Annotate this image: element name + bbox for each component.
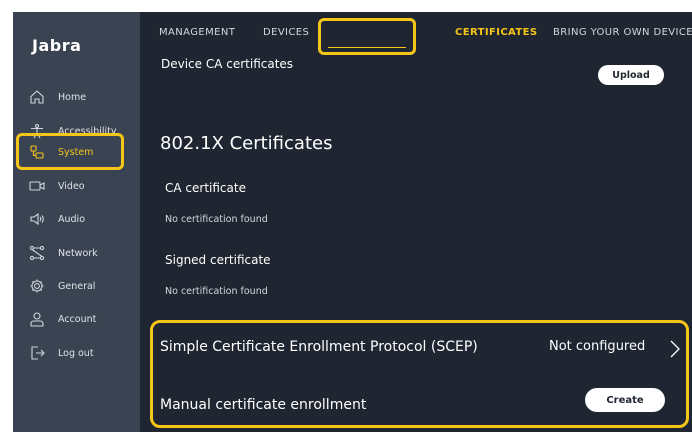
sidebar: Jabra Home Accessibility System Video Au…: [13, 12, 140, 432]
tab-devices[interactable]: DEVICES: [263, 27, 309, 38]
create-button[interactable]: Create: [585, 388, 665, 412]
sidebar-item-account[interactable]: Account: [13, 304, 140, 334]
ca-certificate-value: No certification found: [165, 214, 268, 225]
home-icon: [29, 89, 45, 105]
scep-status: Not configured: [549, 339, 646, 354]
sidebar-item-label: Audio: [58, 213, 86, 225]
device-ca-label: Device CA certificates: [161, 57, 294, 71]
chevron-right-icon: [668, 339, 682, 359]
tab-certificates[interactable]: CERTIFICATES: [455, 27, 537, 38]
audio-icon: [29, 211, 45, 227]
gear-icon: [29, 278, 45, 294]
sidebar-item-label: Network: [58, 247, 98, 259]
sidebar-item-home[interactable]: Home: [13, 82, 140, 112]
jabra-logo: Jabra: [32, 36, 82, 55]
signed-certificate-label: Signed certificate: [165, 253, 271, 267]
sidebar-item-label: Log out: [58, 347, 94, 359]
sidebar-item-label: Home: [58, 91, 87, 103]
sidebar-item-video[interactable]: Video: [13, 171, 140, 201]
scep-title: Simple Certificate Enrollment Protocol (…: [160, 339, 478, 355]
tab-bring-your-own-device[interactable]: BRING YOUR OWN DEVICE: [553, 27, 692, 38]
upload-button[interactable]: Upload: [598, 65, 664, 85]
section-title: 802.1X Certificates: [160, 133, 333, 154]
sidebar-item-label: Video: [58, 180, 85, 192]
logout-icon: [29, 345, 45, 361]
signed-certificate-value: No certification found: [165, 286, 268, 297]
scep-row[interactable]: Simple Certificate Enrollment Protocol (…: [160, 339, 685, 361]
sidebar-item-label: General: [58, 280, 96, 292]
network-icon: [29, 245, 45, 261]
manual-enrollment-title: Manual certificate enrollment: [160, 397, 367, 413]
video-icon: [29, 178, 45, 194]
tab-management[interactable]: MANAGEMENT: [159, 27, 235, 38]
sidebar-item-logout[interactable]: Log out: [13, 338, 140, 368]
sidebar-item-general[interactable]: General: [13, 271, 140, 301]
sidebar-item-audio[interactable]: Audio: [13, 204, 140, 234]
sidebar-item-network[interactable]: Network: [13, 238, 140, 268]
tab-bar: MANAGEMENT DEVICES CERTIFICATES BRING YO…: [140, 12, 692, 48]
system-highlight-frame: [16, 133, 124, 170]
sidebar-item-label: Account: [58, 313, 97, 325]
ca-certificate-label: CA certificate: [165, 181, 246, 195]
account-icon: [29, 311, 45, 327]
certificates-highlight-frame: [318, 18, 416, 55]
